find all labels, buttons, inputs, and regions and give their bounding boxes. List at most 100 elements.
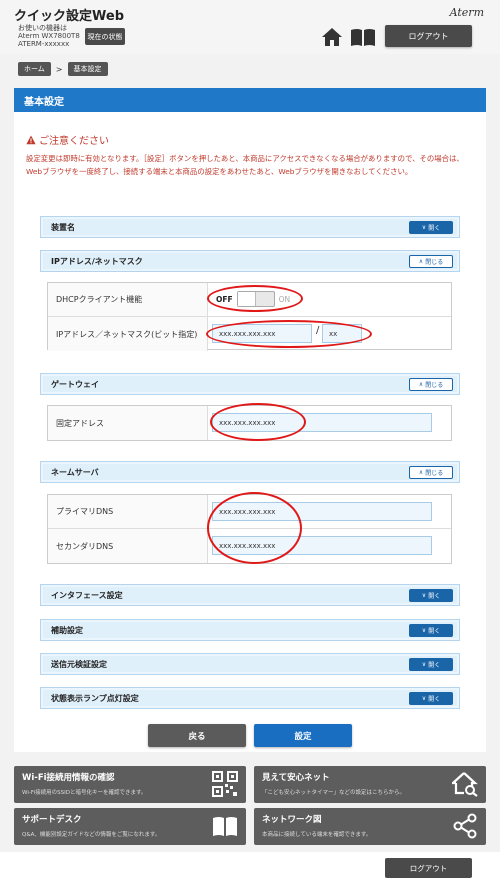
card-desc: 「こども安心ネットタイマー」などの設定はこちらから。 bbox=[262, 790, 406, 796]
dhcp-label: DHCPクライアント機能 bbox=[48, 283, 208, 316]
section-title: 装置名 bbox=[51, 222, 75, 232]
ip-row: IPアドレス／ネットマスク(ビット指定) xxx.xxx.xxx.xxx / x… bbox=[48, 317, 451, 351]
ip-address-field[interactable]: xxx.xxx.xxx.xxx bbox=[212, 324, 312, 343]
section-gateway[interactable]: ゲートウェイ ∧ 閉じる bbox=[40, 373, 460, 395]
close-button[interactable]: ∧ 閉じる bbox=[409, 377, 453, 391]
apply-button[interactable]: 設定 bbox=[254, 724, 352, 747]
footer-logout-button[interactable]: ログアウト bbox=[385, 858, 472, 878]
breadcrumb-current: 基本設定 bbox=[67, 62, 108, 76]
home-icon[interactable] bbox=[321, 26, 343, 48]
section-interface[interactable]: インタフェース設定 ∨ 開く bbox=[40, 584, 460, 606]
app-title: クイック設定Web bbox=[14, 9, 124, 24]
primary-dns-value: xxx.xxx.xxx.xxx bbox=[208, 495, 451, 528]
card-desc: Q&A、機能別設定ガイドなどの情報をご覧になれます。 bbox=[22, 832, 161, 838]
open-book-icon bbox=[213, 817, 237, 836]
page-title: 基本設定 bbox=[14, 88, 486, 112]
chevron-down-icon: ∨ bbox=[421, 660, 427, 668]
gateway-field[interactable]: xxx.xxx.xxx.xxx bbox=[212, 413, 432, 432]
device-serial: ATERM-xxxxxx bbox=[18, 40, 70, 48]
card-title: 見えて安心ネット bbox=[262, 773, 330, 783]
section-ip[interactable]: IPアドレス/ネットマスク ∧ 閉じる bbox=[40, 250, 460, 272]
close-label: 閉じる bbox=[425, 258, 444, 266]
section-title: 送信元検証設定 bbox=[51, 659, 107, 669]
card-wifi-info[interactable]: Wi-Fi接続用情報の確認 Wi-Fi接続用のSSIDと暗号化キーを確認できます… bbox=[14, 766, 246, 803]
toggle-knob[interactable] bbox=[237, 292, 256, 306]
close-label: 閉じる bbox=[425, 469, 444, 477]
chevron-up-icon: ∧ bbox=[418, 380, 424, 388]
ip-label: IPアドレス／ネットマスク(ビット指定) bbox=[48, 317, 208, 351]
section-title: 状態表示ランプ点灯設定 bbox=[51, 693, 139, 703]
secondary-dns-label: セカンダリDNS bbox=[48, 529, 208, 563]
chevron-down-icon: ∨ bbox=[421, 694, 427, 702]
ip-value: xxx.xxx.xxx.xxx / xx bbox=[208, 317, 451, 351]
manual-book-icon[interactable] bbox=[350, 27, 376, 47]
primary-dns-row: プライマリDNS xxx.xxx.xxx.xxx bbox=[48, 495, 451, 529]
section-title: ネームサーバ bbox=[51, 467, 99, 477]
section-title: 補助設定 bbox=[51, 625, 83, 635]
section-title: IPアドレス/ネットマスク bbox=[51, 256, 143, 266]
primary-dns-field[interactable]: xxx.xxx.xxx.xxx bbox=[212, 502, 432, 521]
dhcp-toggle[interactable]: OFF ON bbox=[216, 291, 296, 307]
card-title: Wi-Fi接続用情報の確認 bbox=[22, 773, 115, 783]
chevron-down-icon: ∨ bbox=[421, 591, 427, 599]
dhcp-value: OFF ON bbox=[208, 283, 451, 316]
card-desc: 本商品に接続している端末を確認できます。 bbox=[262, 832, 372, 838]
warning-icon bbox=[26, 135, 36, 144]
fixed-address-value: xxx.xxx.xxx.xxx bbox=[208, 406, 451, 440]
gateway-form: 固定アドレス xxx.xxx.xxx.xxx bbox=[47, 405, 452, 441]
logout-button[interactable]: ログアウト bbox=[385, 25, 472, 47]
back-button[interactable]: 戻る bbox=[148, 724, 246, 747]
chevron-down-icon: ∨ bbox=[421, 626, 427, 634]
section-title: ゲートウェイ bbox=[51, 379, 99, 389]
card-support-desk[interactable]: サポートデスク Q&A、機能別設定ガイドなどの情報をご覧になれます。 bbox=[14, 808, 246, 845]
fixed-address-label: 固定アドレス bbox=[48, 406, 208, 440]
device-model: Aterm WX7800T8 bbox=[18, 32, 80, 40]
card-network-map[interactable]: ネットワーク図 本商品に接続している端末を確認できます。 bbox=[254, 808, 486, 845]
section-title: インタフェース設定 bbox=[51, 590, 123, 600]
network-share-icon bbox=[453, 813, 477, 839]
toggle-on-label: ON bbox=[278, 294, 291, 304]
netmask-field[interactable]: xx bbox=[322, 324, 362, 343]
card-title: ネットワーク図 bbox=[262, 815, 322, 825]
notice-title-row: ご注意ください bbox=[26, 132, 109, 147]
card-safety-net[interactable]: 見えて安心ネット 「こども安心ネットタイマー」などの設定はこちらから。 bbox=[254, 766, 486, 803]
section-dns[interactable]: ネームサーバ ∧ 閉じる bbox=[40, 461, 460, 483]
dns-form: プライマリDNS xxx.xxx.xxx.xxx セカンダリDNS xxx.xx… bbox=[47, 494, 452, 564]
secondary-dns-field[interactable]: xxx.xxx.xxx.xxx bbox=[212, 536, 432, 555]
chevron-up-icon: ∧ bbox=[418, 257, 424, 265]
toggle-track[interactable] bbox=[236, 291, 275, 307]
open-button[interactable]: ∨ 開く bbox=[409, 657, 453, 671]
brand-logo: Aterm bbox=[449, 6, 484, 19]
ip-form: DHCPクライアント機能 OFF ON IPアドレス／ネットマスク(ビット指定)… bbox=[47, 282, 452, 351]
chevron-down-icon: ∨ bbox=[421, 223, 427, 231]
section-device-name[interactable]: 装置名 ∨ 開く bbox=[40, 216, 460, 238]
open-button[interactable]: ∨ 開く bbox=[409, 691, 453, 705]
breadcrumb: ホーム > 基本設定 bbox=[18, 62, 108, 76]
close-button[interactable]: ∧ 閉じる bbox=[409, 254, 453, 268]
open-label: 開く bbox=[428, 627, 441, 635]
breadcrumb-home[interactable]: ホーム bbox=[18, 62, 51, 76]
notice-box: ご注意ください 設定変更は即時に有効となります。［設定］ボタンを押したあと、本商… bbox=[14, 122, 486, 198]
notice-title: ご注意ください bbox=[39, 136, 109, 147]
open-label: 開く bbox=[428, 592, 441, 600]
close-button[interactable]: ∧ 閉じる bbox=[409, 465, 453, 479]
secondary-dns-value: xxx.xxx.xxx.xxx bbox=[208, 529, 451, 563]
close-label: 閉じる bbox=[425, 381, 444, 389]
house-search-icon bbox=[452, 772, 478, 797]
chevron-up-icon: ∧ bbox=[418, 468, 424, 476]
gateway-row: 固定アドレス xxx.xxx.xxx.xxx bbox=[48, 406, 451, 440]
section-status-lamp[interactable]: 状態表示ランプ点灯設定 ∨ 開く bbox=[40, 687, 460, 709]
open-label: 開く bbox=[428, 661, 441, 669]
device-info: お使いの機器は Aterm WX7800T8 ATERM-xxxxxx bbox=[18, 24, 80, 48]
open-label: 開く bbox=[428, 224, 441, 232]
breadcrumb-separator: > bbox=[55, 64, 63, 74]
card-title: サポートデスク bbox=[22, 815, 82, 825]
secondary-dns-row: セカンダリDNS xxx.xxx.xxx.xxx bbox=[48, 529, 451, 563]
current-status-button[interactable]: 現在の状態 bbox=[85, 28, 125, 45]
open-button[interactable]: ∨ 開く bbox=[409, 588, 453, 602]
header: クイック設定Web お使いの機器は Aterm WX7800T8 ATERM-x… bbox=[0, 0, 500, 54]
open-button[interactable]: ∨ 開く bbox=[409, 220, 453, 234]
section-source-check[interactable]: 送信元検証設定 ∨ 開く bbox=[40, 653, 460, 675]
open-button[interactable]: ∨ 開く bbox=[409, 623, 453, 637]
section-auxiliary[interactable]: 補助設定 ∨ 開く bbox=[40, 619, 460, 641]
